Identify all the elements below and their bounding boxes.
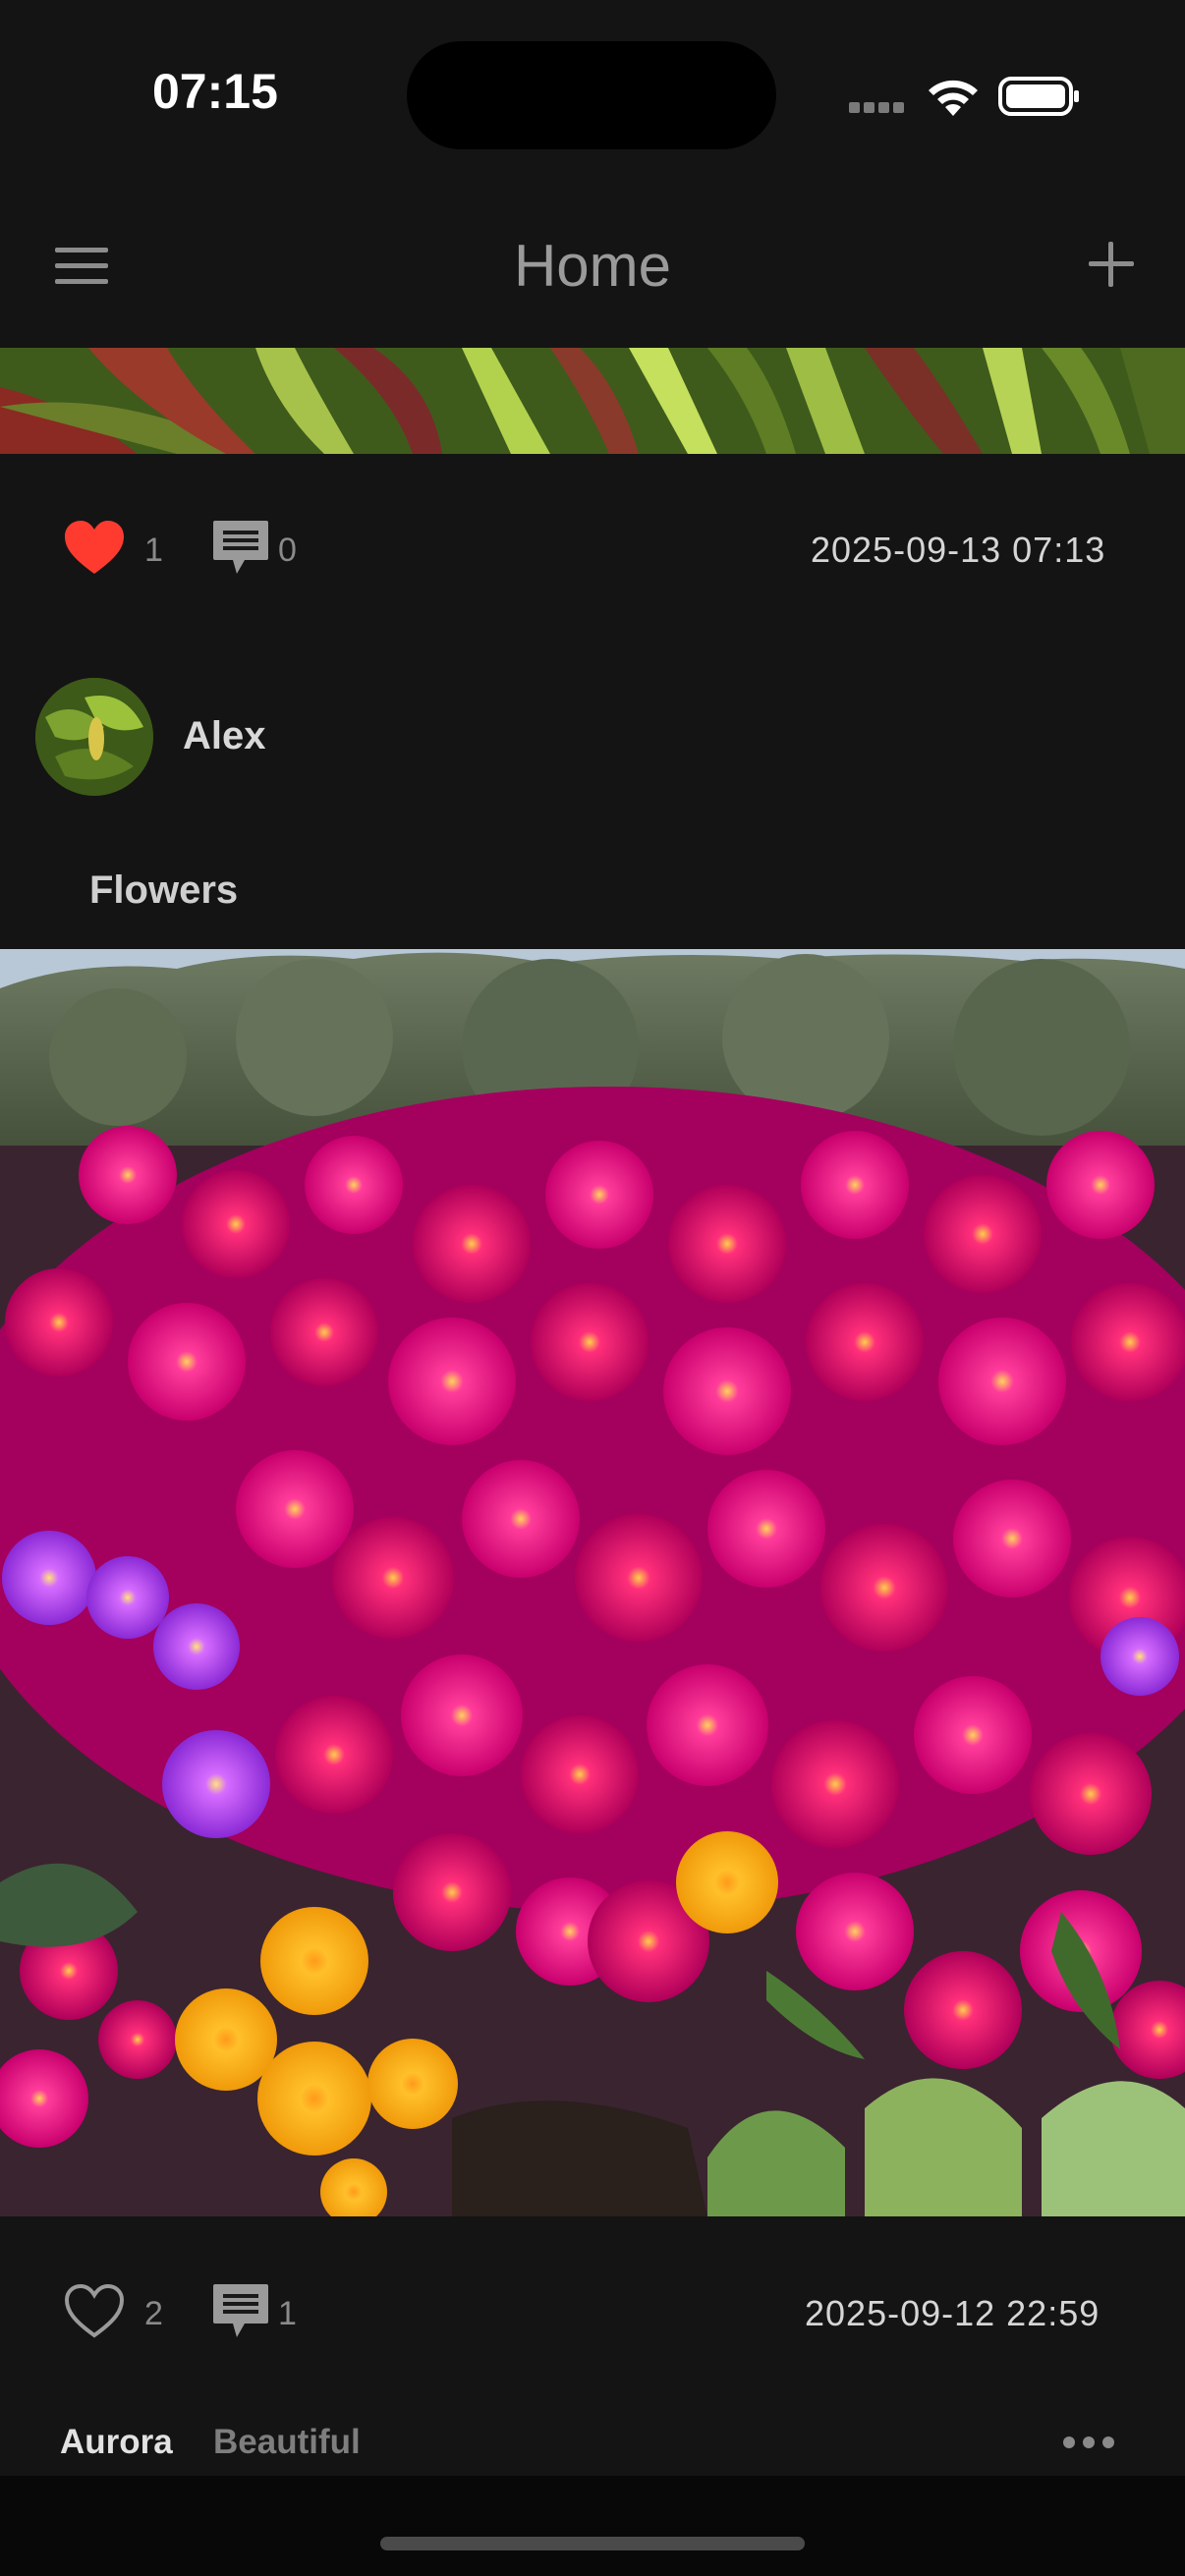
like-count: 1 xyxy=(144,532,163,569)
comment-icon[interactable] xyxy=(211,519,270,576)
battery-icon xyxy=(998,77,1079,116)
heart-outline-icon[interactable] xyxy=(63,2282,126,2339)
username[interactable]: Alex xyxy=(183,714,266,758)
like-count: 2 xyxy=(144,2295,163,2332)
bottom-safe-area xyxy=(0,2476,1185,2576)
wifi-icon xyxy=(929,80,978,116)
comment-count: 1 xyxy=(278,2295,297,2332)
cellular-signal-icon xyxy=(849,102,906,114)
avatar[interactable] xyxy=(35,678,153,796)
home-indicator[interactable] xyxy=(380,2537,805,2550)
flowers-photo[interactable] xyxy=(0,949,1185,2216)
comment-count: 0 xyxy=(278,532,297,569)
more-options-icon[interactable] xyxy=(1063,2436,1118,2452)
heart-filled-icon[interactable] xyxy=(63,519,126,576)
comment-author[interactable]: Aurora xyxy=(60,2423,173,2462)
comment-text: Beautiful xyxy=(213,2423,361,2461)
page-title: Home xyxy=(513,233,672,299)
dynamic-island xyxy=(407,41,776,149)
status-time: 07:15 xyxy=(152,64,278,119)
leaves-photo[interactable] xyxy=(0,348,1185,454)
post-timestamp: 2025-09-12 22:59 xyxy=(805,2293,1100,2333)
comment-icon[interactable] xyxy=(211,2282,270,2339)
post-title: Flowers xyxy=(89,868,239,912)
plus-icon[interactable] xyxy=(1087,240,1136,289)
post-timestamp: 2025-09-13 07:13 xyxy=(811,530,1106,570)
